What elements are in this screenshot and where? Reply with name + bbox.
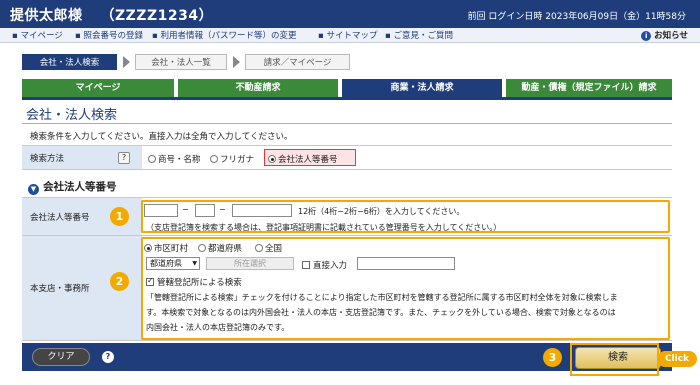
help-icon[interactable]: ? — [102, 351, 114, 363]
step-arrow-icon — [233, 56, 240, 68]
tab-commercial[interactable]: 商業・法人請求 — [342, 79, 502, 97]
radio-furigana[interactable]: フリガナ — [210, 153, 254, 165]
office-label-text: 本支店・事務所 — [30, 284, 90, 294]
nav-link-sitemap[interactable]: ▪ サイトマップ — [318, 29, 377, 41]
corp-number-table: 会社法人等番号 − − 12桁（4桁−2桁−6桁）を入力してください。 （支店登… — [22, 197, 672, 341]
clear-button[interactable]: クリア — [32, 348, 90, 366]
radio-corp-number-label: 会社法人等番号 — [278, 155, 338, 165]
user-info: 提供太郎様 （ZZZZ1234） — [10, 5, 213, 25]
section-heading: ▼ 会社法人等番号 — [28, 179, 117, 195]
title-divider — [22, 123, 672, 124]
info-icon: i — [641, 31, 652, 41]
radio-trade-name[interactable]: 商号・名称 — [148, 153, 201, 165]
notice-link[interactable]: i お知らせ — [641, 29, 688, 41]
step-arrow-icon — [123, 56, 130, 68]
corp-number-label-text: 会社法人等番号 — [30, 212, 90, 223]
notice-label: お知らせ — [654, 31, 688, 41]
radio-icon — [148, 155, 156, 163]
nav-link-register-number[interactable]: ▪ 照会番号の登録 — [75, 29, 143, 41]
user-name: 提供太郎様 — [10, 8, 83, 24]
step-company-search: 会社・法人検索 — [22, 54, 117, 70]
radio-corp-number[interactable]: 会社法人等番号 — [268, 153, 338, 165]
radio-furigana-label: フリガナ — [220, 155, 255, 165]
last-login: 前回 ログイン日時 2023年06月09日（金）11時58分 — [467, 12, 686, 22]
header-bar: 提供太郎様 （ZZZZ1234） 前回 ログイン日時 2023年06月09日（金）… — [0, 0, 700, 28]
instruction-text: 検索条件を入力してください。直接入力は全角で入力してください。 — [30, 132, 293, 142]
nav-link-mypage[interactable]: ▪ マイページ — [12, 29, 63, 41]
search-method-table: 検索方法 ? 商号・名称 フリガナ 会社法人等番号 — [22, 145, 672, 170]
radio-trade-name-label: 商号・名称 — [158, 155, 201, 165]
callout-badge-3: 3 — [543, 348, 562, 367]
radio-icon — [268, 155, 276, 163]
nav-link-feedback[interactable]: ▪ ご意見・ご質問 — [385, 29, 453, 41]
main-tabs: マイページ 不動産請求 商業・法人請求 動産・債権（規定ファイル）請求 — [22, 79, 672, 97]
section-heading-text: 会社法人等番号 — [43, 181, 117, 193]
step-request-mypage: 請求／マイページ — [245, 54, 350, 70]
help-icon[interactable]: ? — [118, 152, 130, 164]
callout-box-2 — [141, 237, 670, 340]
page-title: 会社・法人検索 — [26, 108, 118, 123]
callout-badge-2: 2 — [110, 272, 129, 291]
search-method-label-text: 検索方法 — [30, 153, 65, 164]
tab-movables[interactable]: 動産・債権（規定ファイル）請求 — [506, 79, 672, 97]
click-callout: Click — [657, 351, 697, 367]
tab-real-estate[interactable]: 不動産請求 — [178, 79, 338, 97]
step-company-list: 会社・法人一覧 — [135, 54, 227, 70]
callout-box-1 — [141, 200, 670, 233]
nav-link-user-info[interactable]: ▪ 利用者情報（パスワード等）の変更 — [152, 29, 296, 41]
search-method-options: 商号・名称 フリガナ 会社法人等番号 — [142, 146, 672, 169]
user-id: （ZZZZ1234） — [100, 8, 214, 24]
radio-icon — [210, 155, 218, 163]
tab-mypage[interactable]: マイページ — [22, 79, 174, 97]
tab-underline — [22, 97, 672, 100]
callout-box-3 — [570, 343, 659, 376]
nav-links-bar: ▪ マイページ ▪ 照会番号の登録 ▪ 利用者情報（パスワード等）の変更 ▪ サ… — [0, 28, 700, 43]
search-method-row: 検索方法 ? 商号・名称 フリガナ 会社法人等番号 — [22, 146, 672, 170]
chevron-down-icon: ▼ — [28, 184, 39, 195]
callout-badge-1: 1 — [110, 207, 129, 226]
